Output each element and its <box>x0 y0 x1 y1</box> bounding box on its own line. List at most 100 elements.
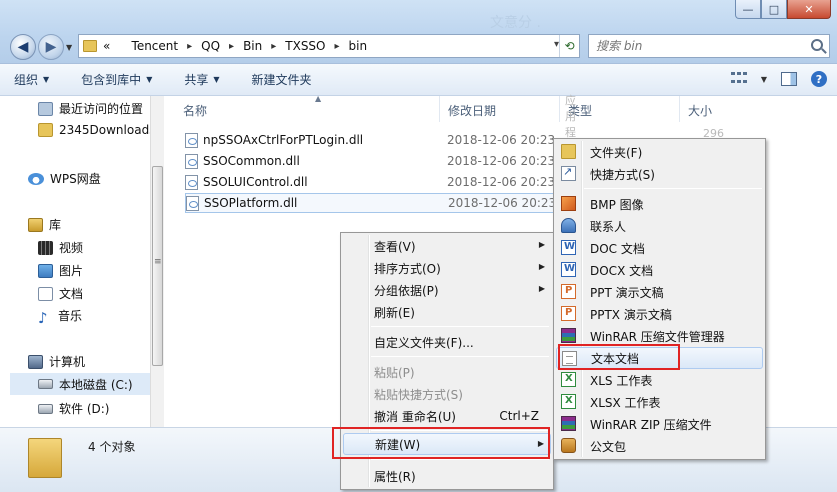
breadcrumb-qq[interactable]: QQ <box>201 39 220 53</box>
preview-pane-icon[interactable] <box>781 72 797 86</box>
winrar-zip-icon <box>561 416 576 431</box>
include-in-library-label: 包含到库中 <box>81 73 142 87</box>
back-button[interactable]: ◀ <box>10 34 36 60</box>
search-input[interactable] <box>596 39 796 53</box>
sidebar-item-local-disk-c[interactable]: 本地磁盘 (C:) <box>10 373 150 395</box>
submenu-item-bmp[interactable]: BMP 图像 <box>556 193 763 215</box>
submenu-item-ppt[interactable]: PPT 演示文稿 <box>556 281 763 303</box>
submenu-item-briefcase[interactable]: 公文包 <box>556 435 763 457</box>
sidebar-item-wps-cloud[interactable]: WPS网盘 <box>28 170 101 187</box>
view-controls: ▼ ? <box>730 71 827 87</box>
scrollbar-thumb[interactable] <box>152 166 163 366</box>
menu-item-sort-by[interactable]: 排序方式(O) ▶ <box>343 257 551 279</box>
new-folder-button[interactable]: 新建文件夹 <box>252 71 312 88</box>
xls-icon <box>561 372 576 387</box>
pptx-icon <box>561 306 576 321</box>
forward-button[interactable]: ▶ <box>38 34 64 60</box>
cloud-icon <box>28 172 44 185</box>
file-name: SSOLUIControl.dll <box>203 175 308 189</box>
contact-icon <box>561 218 576 233</box>
submenu-item-label: XLS 工作表 <box>590 373 653 388</box>
sidebar-scrollbar[interactable] <box>150 96 164 427</box>
chevron-right-icon[interactable]: ▸ <box>187 41 192 52</box>
view-dropdown-icon[interactable]: ▼ <box>761 75 767 84</box>
submenu-item-xls[interactable]: XLS 工作表 <box>556 369 763 391</box>
column-header-label: 大小 <box>688 104 713 118</box>
breadcrumb-bin[interactable]: bin <box>349 39 368 53</box>
minimize-button[interactable]: — <box>735 0 761 19</box>
submenu-item-text-document[interactable]: 文本文档 <box>556 347 763 369</box>
refresh-icon[interactable]: ⟲ <box>559 35 579 57</box>
organize-menu[interactable]: 组织 ▼ <box>14 71 49 88</box>
submenu-item-doc[interactable]: DOC 文档 <box>556 237 763 259</box>
sort-ascending-icon: ▲ <box>315 94 322 103</box>
menu-item-group-by[interactable]: 分组依据(P) ▶ <box>343 279 551 301</box>
menu-item-new[interactable]: 新建(W) ▶ <box>343 433 551 455</box>
address-bar[interactable]: « Tencent ▸ QQ ▸ Bin ▸ TXSSO ▸ bin ▾ ⟲ <box>78 34 580 58</box>
sidebar-item-videos[interactable]: 视频 <box>38 239 83 256</box>
doc-icon <box>561 240 576 255</box>
submenu-item-winrar[interactable]: WinRAR 压缩文件管理器 <box>556 325 763 347</box>
submenu-item-label: XLSX 工作表 <box>590 395 661 410</box>
column-header-name[interactable]: ▲ 名称 <box>175 94 440 122</box>
sidebar-item-label: 计算机 <box>49 355 86 369</box>
breadcrumb-tencent[interactable]: Tencent <box>132 39 179 53</box>
context-menu: 查看(V) ▶ 排序方式(O) ▶ 分组依据(P) ▶ 刷新(E) 自定义文件夹(F)… <box>340 232 554 490</box>
submenu-item-winrar-zip[interactable]: WinRAR ZIP 压缩文件 <box>556 413 763 435</box>
menu-item-customize-folder[interactable]: 自定义文件夹(F)... <box>343 331 551 353</box>
document-icon <box>38 286 53 301</box>
sidebar-item-software-d[interactable]: 软件 (D:) <box>38 400 109 417</box>
menu-separator <box>371 430 549 431</box>
sidebar-item-label: 本地磁盘 (C:) <box>59 377 133 392</box>
submenu-item-xlsx[interactable]: XLSX 工作表 <box>556 391 763 413</box>
music-icon: ♪ <box>38 308 48 325</box>
forward-arrow-icon: ▶ <box>45 39 57 55</box>
file-date: 2018-12-06 20:23 <box>447 154 556 168</box>
sidebar-item-libraries[interactable]: 库 <box>28 216 61 233</box>
sidebar-item-computer[interactable]: 计算机 <box>28 353 85 370</box>
sidebar-item-documents[interactable]: 文档 <box>38 285 83 302</box>
breadcrumb-bin-parent[interactable]: Bin <box>243 39 262 53</box>
table-row[interactable]: SSOLUIControl.dll 2018-12-06 20:23 <box>185 172 565 192</box>
chevron-right-icon[interactable]: ▸ <box>335 41 340 52</box>
submenu-item-contact[interactable]: 联系人 <box>556 215 763 237</box>
chevron-right-icon[interactable]: ▸ <box>229 41 234 52</box>
sidebar-item-music[interactable]: ♪ 音乐 <box>38 307 82 325</box>
column-header-size[interactable]: 大小 <box>680 96 760 122</box>
table-row[interactable]: SSOPlatform.dll 2018-12-06 20:23 <box>185 193 565 213</box>
breadcrumb-txsso[interactable]: TXSSO <box>285 39 325 53</box>
sidebar-item-pictures[interactable]: 图片 <box>38 262 83 279</box>
search-box[interactable] <box>588 34 830 58</box>
view-options-icon[interactable] <box>730 72 747 86</box>
table-row[interactable]: npSSOAxCtrlForPTLogin.dll 2018-12-06 20:… <box>185 94 724 187</box>
include-in-library-menu[interactable]: 包含到库中 ▼ <box>81 71 152 88</box>
sidebar-item-recent-places[interactable]: 最近访问的位置 <box>38 100 143 117</box>
maximize-button[interactable]: □ <box>761 0 787 19</box>
menu-item-properties[interactable]: 属性(R) <box>343 465 551 487</box>
menu-separator <box>371 326 549 327</box>
column-header-type[interactable]: 类型 <box>560 96 680 122</box>
recent-pages-dropdown[interactable]: ▼ <box>66 43 72 52</box>
search-icon[interactable] <box>811 39 823 51</box>
submenu-item-docx[interactable]: DOCX 文档 <box>556 259 763 281</box>
share-menu[interactable]: 共享 ▼ <box>184 71 219 88</box>
menu-item-refresh[interactable]: 刷新(E) <box>343 301 551 323</box>
sidebar-item-2345downloads[interactable]: 2345Downloads <box>38 123 150 137</box>
submenu-arrow-icon: ▶ <box>538 262 545 271</box>
table-row[interactable]: SSOCommon.dll 2018-12-06 20:23 <box>185 151 565 171</box>
submenu-item-folder[interactable]: 文件夹(F) <box>556 141 763 163</box>
submenu-item-label: 文件夹(F) <box>590 145 643 160</box>
breadcrumb-overflow[interactable]: « <box>103 39 110 53</box>
submenu-item-shortcut[interactable]: 快捷方式(S) <box>556 163 763 185</box>
library-icon <box>28 217 43 232</box>
dll-file-icon <box>185 132 198 148</box>
menu-item-view[interactable]: 查看(V) ▶ <box>343 235 551 257</box>
help-icon[interactable]: ? <box>811 71 827 87</box>
chevron-down-icon: ▼ <box>146 75 153 84</box>
submenu-item-pptx[interactable]: PPTX 演示文稿 <box>556 303 763 325</box>
close-button[interactable]: ✕ <box>787 0 831 19</box>
window-controls: — □ ✕ <box>735 0 831 19</box>
menu-item-undo-rename[interactable]: 撤消 重命名(U) Ctrl+Z <box>343 405 551 427</box>
column-header-date[interactable]: 修改日期 <box>440 96 560 122</box>
chevron-right-icon[interactable]: ▸ <box>271 41 276 52</box>
